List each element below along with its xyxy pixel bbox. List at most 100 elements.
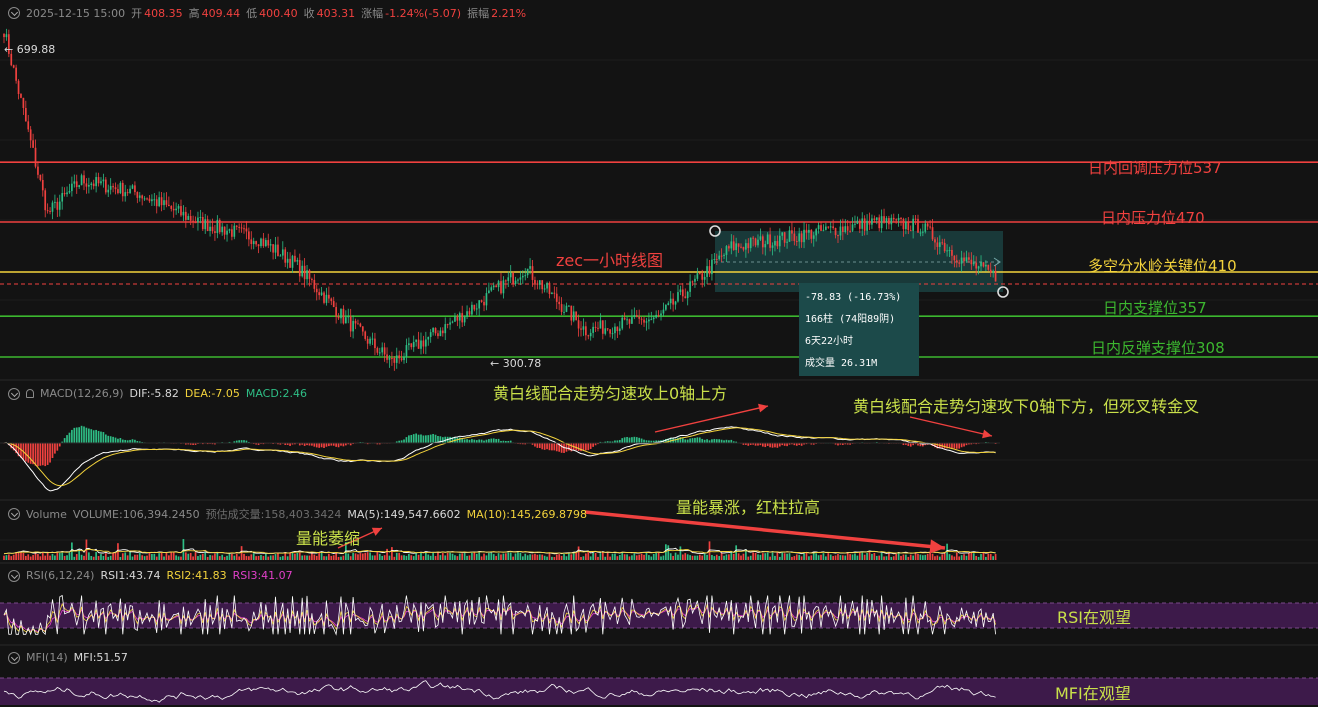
candle-body [521, 275, 524, 278]
candle-body [728, 246, 730, 249]
candle-body [27, 121, 30, 130]
volume-bar [223, 556, 226, 560]
candle-body [941, 242, 944, 244]
volume-bar [677, 554, 679, 560]
volume-bar [454, 555, 456, 560]
candle-body [737, 243, 740, 247]
candle-body [238, 226, 241, 228]
volume-bar [54, 555, 56, 560]
volume-bar [8, 554, 10, 560]
volume-bar [34, 553, 37, 560]
candle-body [475, 308, 478, 310]
volume-bar [987, 553, 990, 560]
mfi-name: MFI(14) [26, 651, 68, 664]
candle-body [960, 257, 963, 264]
volume-bar [378, 553, 381, 560]
macd-histogram-bar [577, 443, 580, 451]
candle-body [134, 185, 136, 193]
macd-histogram-bar [41, 443, 44, 466]
candle-body [917, 218, 919, 233]
volume-bar [182, 539, 185, 560]
candle-body [44, 190, 47, 211]
volume-bar [892, 556, 895, 560]
candle-body [274, 244, 277, 253]
candle-body [684, 296, 687, 299]
mfi-note: MFI在观望 [1055, 684, 1131, 703]
volume-bar [51, 553, 54, 560]
macd-dea: DEA:-7.05 [184, 387, 240, 400]
macd-histogram-bar [681, 438, 684, 443]
macd-histogram-bar [83, 426, 85, 443]
candle-body [621, 317, 624, 329]
volume-bar [735, 545, 738, 560]
candle-body [497, 281, 500, 288]
volume-bar [667, 545, 670, 560]
candle-body [454, 316, 456, 322]
candle-body [405, 345, 408, 357]
volume-bar [432, 552, 434, 560]
volume-bar [948, 554, 951, 560]
macd-histogram-bar [963, 443, 965, 447]
candle-body [170, 205, 173, 209]
candle-body [483, 301, 485, 306]
volume-bar [805, 552, 808, 560]
candle-body [151, 199, 153, 202]
candle-body [822, 229, 825, 231]
collapse-icon[interactable] [8, 651, 20, 664]
volume-bar [301, 555, 304, 560]
candle-body [907, 221, 910, 231]
candle-body [347, 316, 350, 318]
volume-bar [97, 556, 100, 560]
volume-bar [405, 555, 408, 560]
macd-histogram-bar [422, 435, 425, 443]
volume-bar [614, 553, 616, 560]
macd-histogram-bar [109, 436, 112, 443]
macd-histogram-bar [325, 443, 328, 447]
candle-body [485, 293, 488, 306]
candle-body [342, 308, 345, 324]
volume-bar [201, 553, 204, 560]
candle-body [570, 305, 573, 321]
volume-bar [102, 555, 105, 560]
volume-bar [781, 552, 784, 560]
candle-body [531, 266, 534, 280]
collapse-icon[interactable] [8, 387, 20, 400]
low-label: 低 [246, 7, 258, 20]
alert-bell-icon[interactable] [26, 389, 34, 398]
volume-bar [521, 556, 524, 560]
macd-histogram-bar [769, 443, 771, 448]
macd-histogram-bar [78, 427, 81, 443]
volume-bar [572, 553, 575, 560]
macd-histogram-bar [56, 443, 59, 451]
macd-histogram-bar [715, 439, 718, 443]
volume-bar [931, 553, 934, 560]
collapse-icon[interactable] [8, 569, 20, 582]
candle-body [606, 328, 609, 330]
volume-bar [226, 555, 228, 560]
volume-bar [5, 555, 8, 560]
volume-bar [121, 553, 124, 560]
volume-bar [257, 555, 260, 560]
candle-body [478, 300, 481, 309]
candle-body [187, 216, 190, 220]
volume-bar [885, 556, 888, 560]
volume-bar [730, 552, 733, 560]
candle-body [252, 241, 255, 245]
candle-body [817, 225, 820, 230]
candle-body [51, 202, 54, 212]
candle-body [100, 181, 102, 184]
volume-bar [905, 554, 907, 560]
volume-bar [10, 556, 13, 560]
candle-body [97, 177, 100, 184]
candle-body [66, 192, 68, 195]
candle-body [786, 241, 788, 243]
candle-body [725, 246, 728, 255]
volume-bar [839, 555, 842, 560]
volume-bar [985, 556, 987, 560]
candle-body [582, 326, 585, 330]
collapse-icon[interactable] [8, 7, 20, 19]
volume-bar [558, 554, 561, 560]
volume-bar [909, 554, 912, 560]
collapse-icon[interactable] [8, 508, 20, 520]
volume-bar [713, 556, 716, 560]
